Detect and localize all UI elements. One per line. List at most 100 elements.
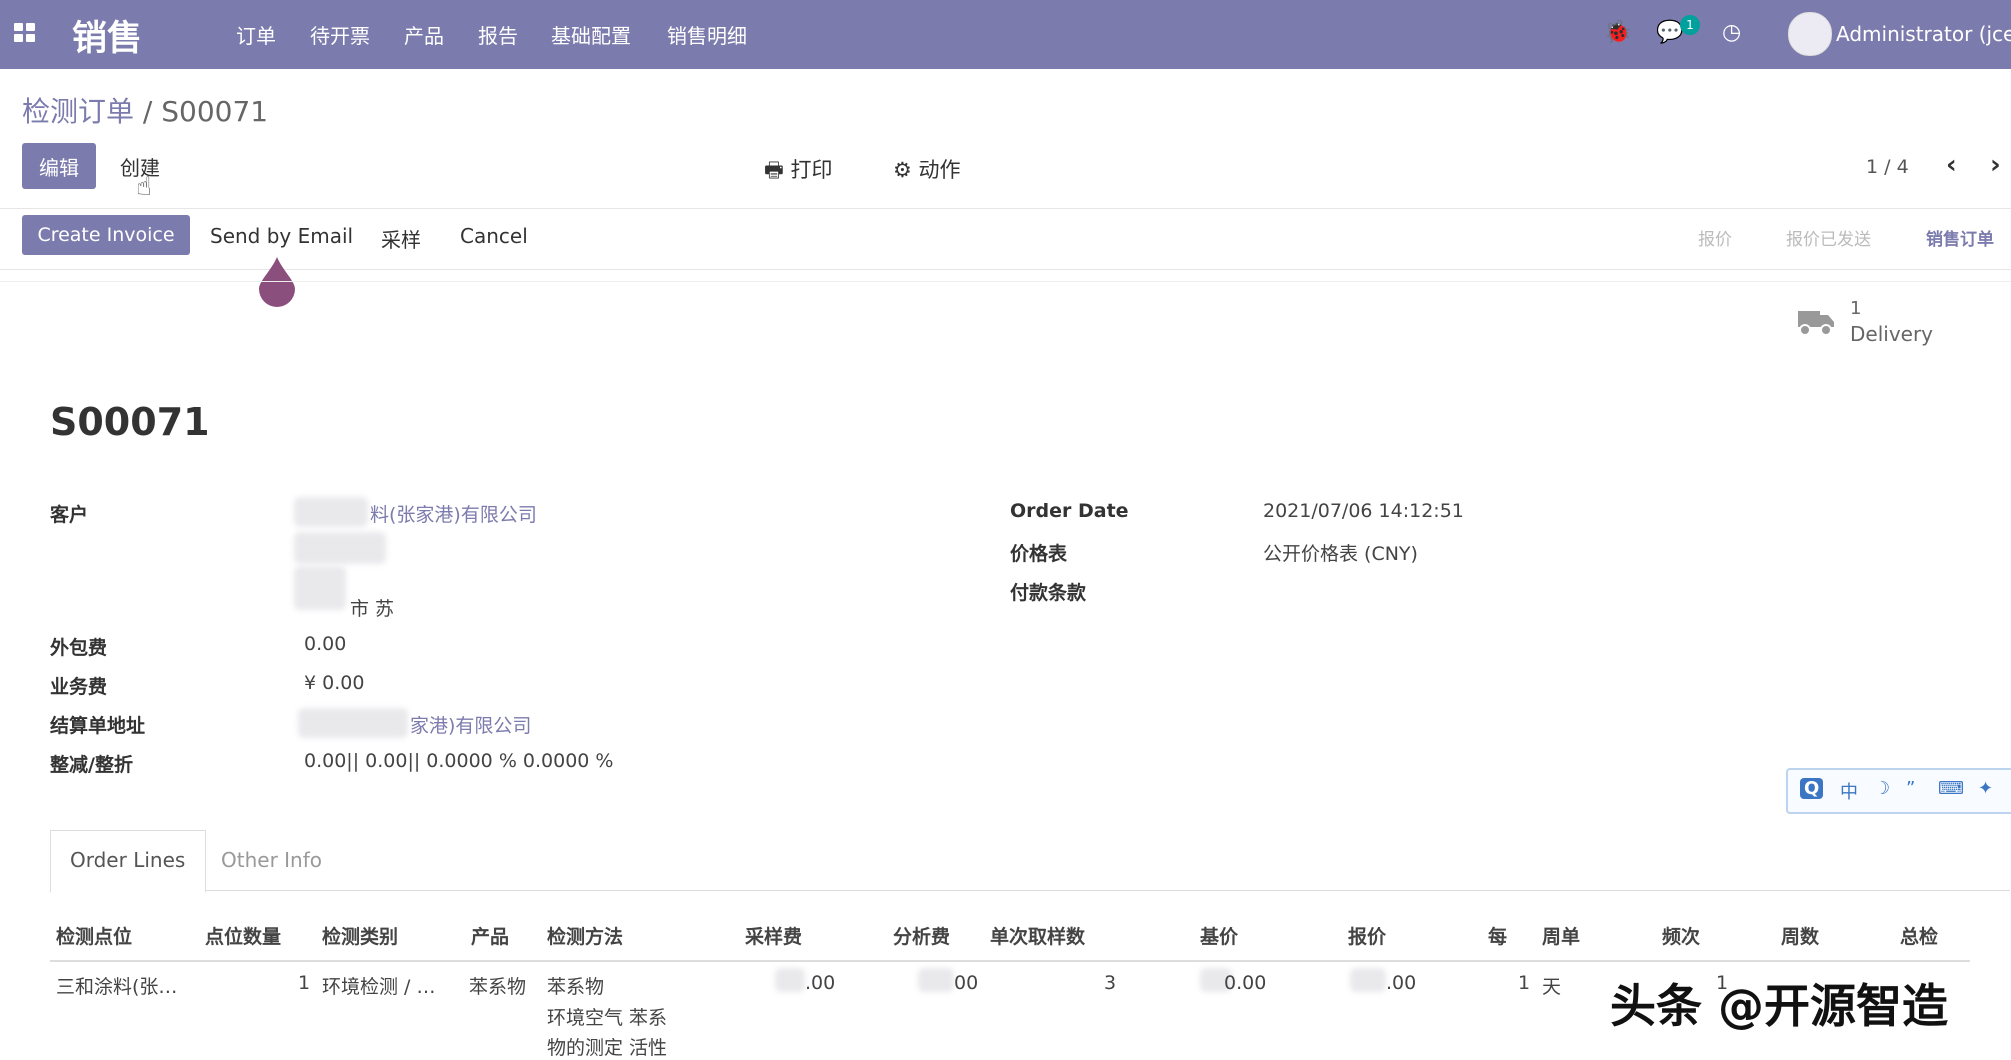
gear-icon: ⚙ bbox=[893, 158, 912, 182]
column-header[interactable]: 检测点位 bbox=[56, 922, 132, 949]
cell-method-line2[interactable]: 环境空气 苯系 bbox=[547, 1003, 667, 1030]
menu-to-invoice[interactable]: 待开票 bbox=[310, 20, 370, 49]
hand-cursor-icon: ☝ bbox=[136, 172, 152, 202]
print-icon: 🖶 bbox=[764, 158, 784, 182]
cell-samples[interactable]: 3 bbox=[1104, 972, 1116, 994]
clock-icon[interactable]: ◷ bbox=[1722, 20, 1741, 45]
business-fee-value: ¥ 0.00 bbox=[304, 672, 365, 694]
redacted-address-2 bbox=[294, 566, 346, 610]
menu-reports[interactable]: 报告 bbox=[478, 20, 518, 49]
pricelist-value: 公开价格表 (CNY) bbox=[1263, 543, 1418, 565]
stage-quotation-sent[interactable]: 报价已发送 bbox=[1786, 225, 1871, 250]
column-header[interactable]: 检测类别 bbox=[322, 922, 398, 949]
ime-mode[interactable]: 中 bbox=[1840, 778, 1858, 804]
ime-logo-icon[interactable]: Q bbox=[1800, 778, 1824, 799]
chevron-right-icon[interactable]: › bbox=[1990, 150, 2001, 180]
ime-toolbar[interactable]: Q 中 ☽ ” ⌨ ✦ bbox=[1786, 768, 2011, 814]
moon-icon[interactable]: ☽ bbox=[1874, 778, 1890, 799]
cell-method-line1[interactable]: 苯系物 bbox=[547, 972, 604, 999]
action-label: 动作 bbox=[918, 158, 961, 182]
business-fee-label: 业务费 bbox=[50, 676, 108, 698]
cell-point[interactable]: 三和涂料(张… bbox=[56, 972, 177, 999]
cell-method-line3[interactable]: 物的测定 活性 bbox=[547, 1033, 667, 1060]
table-header-divider bbox=[50, 960, 1970, 962]
cell-base-price[interactable]: 0.00 bbox=[1224, 972, 1266, 994]
customer-label: 客户 bbox=[50, 504, 89, 526]
order-date-value: 2021/07/06 14:12:51 bbox=[1263, 500, 1464, 522]
cell-analysis-fee[interactable]: 00 bbox=[954, 972, 978, 994]
breadcrumb-current: S00071 bbox=[161, 95, 269, 128]
column-header[interactable]: 检测方法 bbox=[547, 922, 623, 949]
cell-quote[interactable]: .00 bbox=[1386, 972, 1416, 994]
menu-orders[interactable]: 订单 bbox=[236, 20, 276, 49]
order-date-label: Order Date bbox=[1010, 500, 1129, 522]
redacted-address-1 bbox=[294, 532, 386, 564]
keyboard-icon[interactable]: ⌨ bbox=[1938, 778, 1964, 799]
redacted-customer bbox=[294, 497, 368, 527]
discount-value: 0.00|| 0.00|| 0.0000 % 0.0000 % bbox=[304, 750, 614, 772]
breadcrumb-parent[interactable]: 检测订单 bbox=[22, 95, 134, 128]
cursor-drop-icon bbox=[259, 257, 295, 307]
cell-unit[interactable]: 天 bbox=[1542, 972, 1561, 999]
bug-icon[interactable]: 🐞 bbox=[1604, 20, 1631, 45]
user-menu[interactable]: Administrator (jcerp bbox=[1836, 22, 2011, 46]
column-header[interactable]: 每 bbox=[1488, 922, 1507, 949]
cell-per[interactable]: 1 bbox=[1518, 972, 1530, 994]
delivery-count[interactable]: 1 bbox=[1850, 298, 1861, 319]
customer-address: 市 苏 bbox=[350, 598, 395, 620]
column-header[interactable]: 单次取样数 bbox=[990, 922, 1085, 949]
punctuation-icon[interactable]: ” bbox=[1906, 778, 1915, 799]
outsourcing-value: 0.00 bbox=[304, 633, 347, 655]
chevron-left-icon[interactable]: ‹ bbox=[1946, 150, 1957, 180]
truck-icon[interactable] bbox=[1798, 307, 1834, 337]
breadcrumb: 检测订单 / S00071 bbox=[22, 90, 268, 130]
column-header[interactable]: 总检 bbox=[1900, 922, 1938, 949]
avatar[interactable] bbox=[1788, 12, 1832, 56]
stage-quotation[interactable]: 报价 bbox=[1698, 225, 1732, 250]
menu-products[interactable]: 产品 bbox=[404, 20, 444, 49]
menu-configuration[interactable]: 基础配置 bbox=[551, 20, 631, 49]
outsourcing-label: 外包费 bbox=[50, 637, 108, 659]
breadcrumb-separator: / bbox=[142, 95, 153, 128]
print-menu[interactable]: 🖶 打印 bbox=[764, 154, 833, 191]
send-by-email-button[interactable]: Send by Email bbox=[210, 224, 353, 248]
discount-label: 整减/整折 bbox=[50, 754, 133, 776]
edit-button[interactable]: 编辑 bbox=[22, 143, 96, 189]
column-header[interactable]: 点位数量 bbox=[205, 922, 281, 949]
billing-address-label: 结算单地址 bbox=[50, 715, 146, 737]
action-menu[interactable]: ⚙ 动作 bbox=[893, 154, 961, 184]
tab-other-info[interactable]: Other Info bbox=[221, 848, 322, 872]
delivery-label[interactable]: Delivery bbox=[1850, 322, 1933, 346]
billing-address-link[interactable]: 家港)有限公司 bbox=[410, 711, 531, 738]
redacted-quote bbox=[1350, 968, 1386, 992]
redacted-analysis-fee bbox=[918, 968, 954, 992]
sample-button[interactable]: 采样 bbox=[381, 224, 421, 253]
top-navbar: 销售 订单 待开票 产品 报告 基础配置 销售明细 🐞 💬 1 ◷ Admini… bbox=[0, 0, 2011, 69]
watermark: 头条 @开源智造 bbox=[1610, 979, 1949, 1033]
cell-product[interactable]: 苯系物 bbox=[469, 972, 526, 999]
apps-menu-icon[interactable] bbox=[14, 23, 36, 43]
menu-sales-details[interactable]: 销售明细 bbox=[667, 20, 747, 49]
column-header[interactable]: 分析费 bbox=[893, 922, 950, 949]
pager-value[interactable]: 1 / 4 bbox=[1866, 156, 1909, 178]
column-header[interactable]: 采样费 bbox=[745, 922, 802, 949]
customer-link[interactable]: 料(张家港)有限公司 bbox=[370, 500, 537, 527]
column-header[interactable]: 产品 bbox=[471, 922, 509, 949]
create-invoice-button[interactable]: Create Invoice bbox=[22, 215, 190, 255]
cancel-button[interactable]: Cancel bbox=[460, 224, 528, 248]
app-brand[interactable]: 销售 bbox=[72, 10, 142, 61]
column-header[interactable]: 频次 bbox=[1662, 922, 1700, 949]
column-header[interactable]: 周数 bbox=[1781, 922, 1819, 949]
redacted-sampling-fee bbox=[775, 968, 805, 992]
cell-sampling-fee[interactable]: .00 bbox=[805, 972, 835, 994]
column-header[interactable]: 基价 bbox=[1200, 922, 1238, 949]
cell-quantity[interactable]: 1 bbox=[298, 972, 310, 994]
column-header[interactable]: 周单 bbox=[1542, 922, 1580, 949]
tools-icon[interactable]: ✦ bbox=[1978, 778, 1993, 799]
payment-terms-label: 付款条款 bbox=[1010, 582, 1087, 604]
order-title: S00071 bbox=[50, 400, 210, 444]
cell-category[interactable]: 环境检测 / … bbox=[322, 972, 435, 999]
tab-order-lines[interactable]: Order Lines bbox=[70, 848, 185, 872]
column-header[interactable]: 报价 bbox=[1348, 922, 1386, 949]
stage-sales-order[interactable]: 销售订单 bbox=[1926, 225, 1994, 250]
